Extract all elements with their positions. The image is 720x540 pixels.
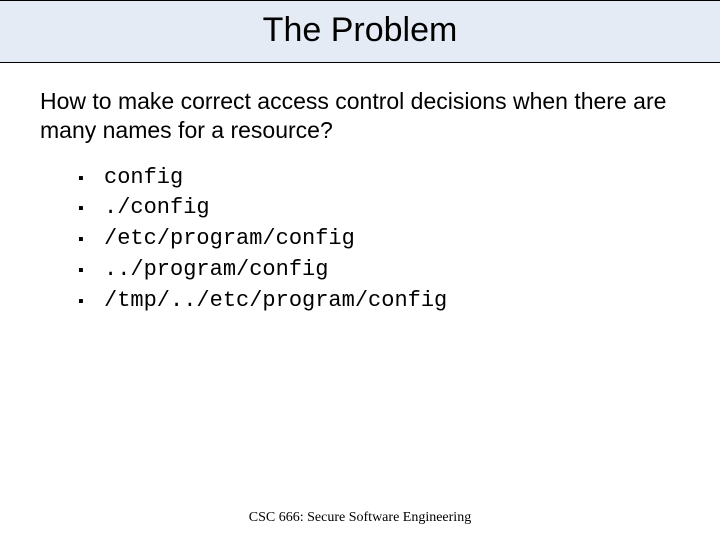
bullet-icon: ▪ — [78, 260, 104, 282]
bullet-icon: ▪ — [78, 198, 104, 220]
path-text: /etc/program/config — [104, 224, 355, 255]
path-text: config — [104, 163, 183, 194]
slide-footer: CSC 666: Secure Software Engineering — [0, 510, 720, 526]
list-item: ▪ /etc/program/config — [78, 224, 680, 255]
path-list: ▪ config ▪ ./config ▪ /etc/program/confi… — [40, 163, 680, 317]
slide-title: The Problem — [0, 11, 720, 50]
path-text: /tmp/../etc/program/config — [104, 286, 447, 317]
question-text: How to make correct access control decis… — [40, 87, 680, 145]
title-band: The Problem — [0, 0, 720, 63]
list-item: ▪ /tmp/../etc/program/config — [78, 286, 680, 317]
path-text: ./config — [104, 193, 210, 224]
list-item: ▪ ../program/config — [78, 255, 680, 286]
bullet-icon: ▪ — [78, 168, 104, 190]
bullet-icon: ▪ — [78, 229, 104, 251]
list-item: ▪ config — [78, 163, 680, 194]
slide-content: How to make correct access control decis… — [0, 63, 720, 316]
list-item: ▪ ./config — [78, 193, 680, 224]
bullet-icon: ▪ — [78, 291, 104, 313]
path-text: ../program/config — [104, 255, 328, 286]
